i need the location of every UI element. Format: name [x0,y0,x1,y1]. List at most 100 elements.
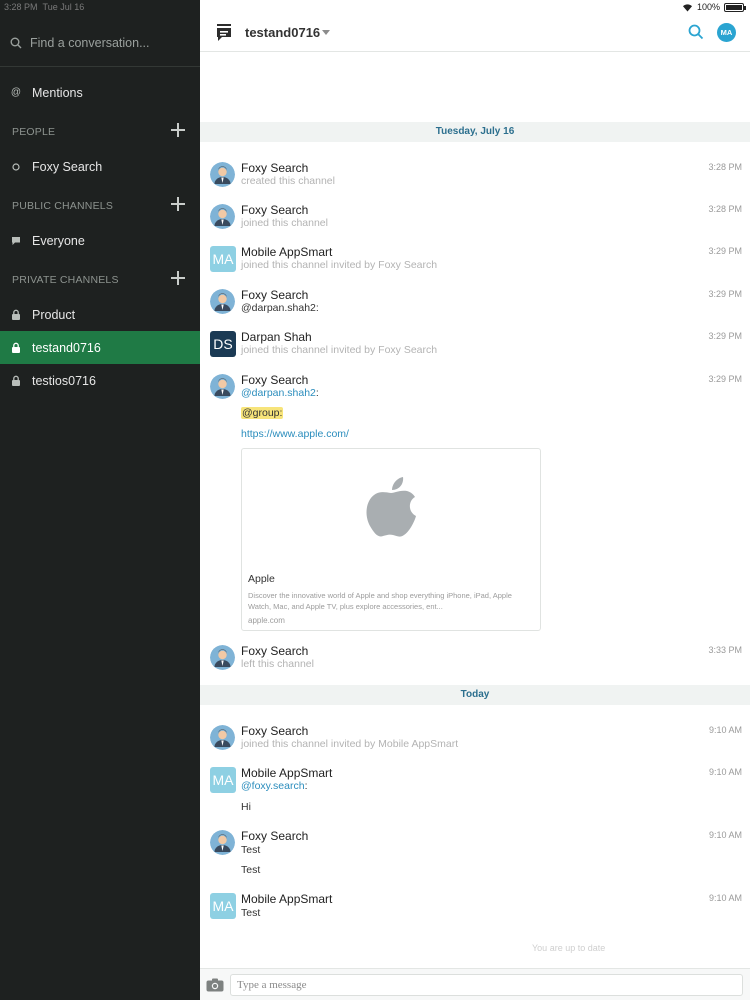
preview-title: Apple [248,573,275,585]
user-mention-link[interactable]: @darpan.shah2 [241,387,316,399]
sidebar-item-label: testand0716 [32,340,101,355]
message-time: 3:29 PM [708,374,742,384]
avatar: MA [210,893,236,919]
preview-domain: apple.com [248,616,285,625]
avatar [210,204,235,229]
message-time: 3:28 PM [708,204,742,214]
system-text: created this channel [241,175,335,187]
battery-icon [724,2,746,12]
sender-name[interactable]: Darpan Shah [241,330,312,344]
apple-logo-icon [366,477,416,537]
battery-level [726,4,742,10]
battery-percent: 100% [696,2,720,12]
message-text: @darpan.shah2: [241,302,319,314]
status-dot-icon [11,162,21,171]
lock-icon [11,375,21,386]
avatar: MA [210,767,236,793]
date-divider: Tuesday, July 16 [200,122,750,142]
avatar [210,645,235,670]
system-text: joined this channel invited by Foxy Sear… [241,259,438,271]
channel-title[interactable]: testand0716 [245,25,320,40]
avatar: DS [210,331,236,357]
sidebar-item-everyone[interactable]: Everyone [0,224,200,257]
section-private-channels: PRIVATE CHANNELS [12,274,119,286]
status-indicators: 100% [682,2,746,12]
chat-bubble-icon [11,236,21,246]
date-divider: Today [200,685,750,705]
message-time: 9:10 AM [708,830,742,840]
message-time: 3:29 PM [708,331,742,341]
sidebar-item-label: Product [32,307,76,322]
mention-suffix: : [304,780,308,792]
group-mention[interactable]: @group: [241,407,284,419]
sender-name[interactable]: Foxy Search [241,724,308,738]
avatar [210,725,235,750]
user-mention-link[interactable]: @foxy.search [241,780,305,792]
sidebar-item-product[interactable]: Product [0,298,200,331]
lock-icon [11,309,21,320]
preview-description: Discover the innovative world of Apple a… [248,591,512,611]
message-text: Hi [241,801,251,813]
message-time: 3:29 PM [708,246,742,256]
avatar [210,289,235,314]
url-link[interactable]: https://www.apple.com/ [241,428,349,440]
add-private-channel-button[interactable] [170,270,186,286]
message-time: 9:10 AM [708,893,742,903]
avatar [210,162,235,187]
message-input[interactable] [230,974,743,996]
up-to-date-text: You are up to date [532,943,606,953]
section-people: PEOPLE [12,126,56,138]
sender-name[interactable]: Foxy Search [241,644,308,658]
sender-name[interactable]: Foxy Search [241,829,308,843]
channel-header: testand0716 MA [200,14,750,52]
search-icon [10,37,22,49]
user-avatar[interactable]: MA [717,23,736,42]
sidebar-item-label: Mentions [32,85,83,100]
lock-icon [11,342,21,353]
message-time: 3:33 PM [708,645,742,655]
mention-suffix: : [315,387,319,399]
message-time: 3:29 PM [708,289,742,299]
message-text: Test [241,864,261,876]
message-text: @foxy.search: [241,780,308,792]
avatar: MA [210,246,236,272]
message-text: Test [241,907,261,919]
sender-name[interactable]: Foxy Search [241,373,308,387]
sidebar-item-testios0716[interactable]: testios0716 [0,364,200,397]
sidebar-item-foxy-search[interactable]: Foxy Search [0,150,200,183]
sender-name[interactable]: Mobile AppSmart [241,245,332,259]
conversation-pane: testand0716 MA Tuesday, July 16 Foxy Sea… [200,0,750,1000]
link-preview-card[interactable]: Apple Discover the innovative world of A… [241,448,541,631]
conversation-search[interactable]: Find a conversation... [10,28,190,58]
conversation-search-placeholder: Find a conversation... [30,36,150,50]
avatar [210,374,235,399]
at-icon: @ [10,87,22,98]
sidebar-item-label: Everyone [32,233,85,248]
sender-name[interactable]: Mobile AppSmart [241,892,332,906]
add-public-channel-button[interactable] [170,196,186,212]
search-icon[interactable] [688,24,704,40]
section-public-channels: PUBLIC CHANNELS [12,200,114,212]
message-composer [200,968,750,1000]
status-bar: 3:28 PM Tue Jul 16 100% [0,0,750,14]
message-text: Test [241,844,261,856]
status-date: Tue Jul 16 [42,2,85,12]
add-person-button[interactable] [170,122,186,138]
channel-dropdown-icon[interactable] [322,30,330,35]
sidebar-divider [0,66,200,67]
system-text: joined this channel invited by Mobile Ap… [241,738,459,750]
camera-icon[interactable] [206,978,224,992]
system-text: joined this channel invited by Foxy Sear… [241,344,438,356]
system-text: joined this channel [241,217,328,229]
sender-name[interactable]: Foxy Search [241,161,308,175]
sidebar-item-label: testios0716 [32,373,96,388]
sender-name[interactable]: Mobile AppSmart [241,766,332,780]
sender-name[interactable]: Foxy Search [241,288,308,302]
app-logo-icon[interactable] [214,22,234,44]
message-time: 9:10 AM [708,767,742,777]
avatar [210,830,235,855]
sender-name[interactable]: Foxy Search [241,203,308,217]
sidebar-item-testand0716[interactable]: testand0716 [0,331,200,364]
sidebar-item-mentions[interactable]: @ Mentions [0,76,200,109]
message-text: @group: [241,407,284,419]
